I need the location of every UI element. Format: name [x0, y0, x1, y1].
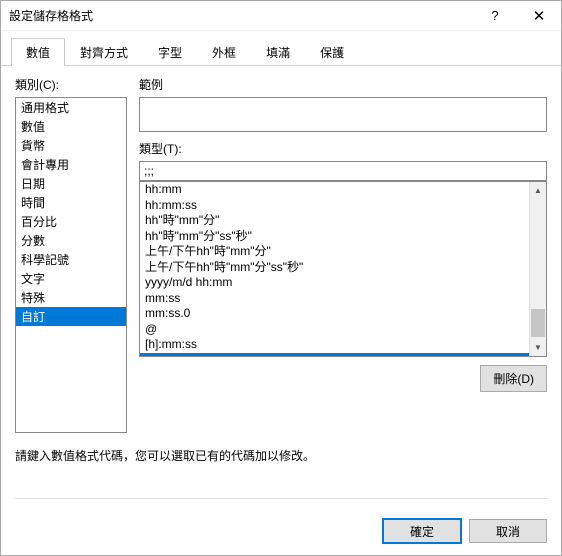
format-item[interactable]: hh"時"mm"分"ss"秒"	[140, 229, 529, 245]
category-label: 類別(C):	[15, 76, 127, 93]
format-item[interactable]: hh:mm	[140, 182, 529, 198]
category-item[interactable]: 會計專用	[16, 155, 126, 174]
tab-strip: 數值對齊方式字型外框填滿保護	[1, 31, 561, 66]
format-item[interactable]: hh"時"mm"分"	[140, 213, 529, 229]
category-item[interactable]: 自訂	[16, 307, 126, 326]
dialog-window: 設定儲存格格式 ? ✕ 數值對齊方式字型外框填滿保護 類別(C): 通用格式數值…	[0, 0, 562, 556]
category-item[interactable]: 數值	[16, 117, 126, 136]
ok-button[interactable]: 確定	[383, 519, 461, 543]
scroll-down-icon[interactable]: ▼	[530, 339, 546, 356]
format-item[interactable]: 上午/下午hh"時"mm"分"	[140, 244, 529, 260]
format-item[interactable]: yyyy/m/d hh:mm	[140, 275, 529, 291]
titlebar: 設定儲存格格式 ? ✕	[1, 1, 561, 31]
format-item[interactable]: ;;;	[140, 353, 529, 357]
preview-box	[139, 97, 547, 132]
cancel-button[interactable]: 取消	[469, 519, 547, 543]
scroll-track[interactable]	[530, 199, 546, 339]
preview-label: 範例	[139, 76, 547, 93]
footer: 確定 取消	[1, 509, 561, 555]
category-item[interactable]: 時間	[16, 193, 126, 212]
format-list-container: hh:mmhh:mm:sshh"時"mm"分"hh"時"mm"分"ss"秒"上午…	[139, 181, 547, 357]
hint-text: 請鍵入數值格式代碼，您可以選取已有的代碼加以修改。	[15, 447, 547, 464]
format-item[interactable]: mm:ss	[140, 291, 529, 307]
category-item[interactable]: 日期	[16, 174, 126, 193]
scroll-up-icon[interactable]: ▲	[530, 182, 546, 199]
tab-4[interactable]: 填滿	[251, 38, 305, 66]
format-item[interactable]: @	[140, 322, 529, 338]
category-item[interactable]: 文字	[16, 269, 126, 288]
format-item[interactable]: hh:mm:ss	[140, 198, 529, 214]
window-title: 設定儲存格格式	[9, 7, 473, 24]
category-item[interactable]: 分數	[16, 231, 126, 250]
type-input[interactable]	[139, 161, 547, 181]
category-item[interactable]: 貨幣	[16, 136, 126, 155]
close-button[interactable]: ✕	[517, 1, 561, 31]
content-area: 類別(C): 通用格式數值貨幣會計專用日期時間百分比分數科學記號文字特殊自訂 範…	[1, 66, 561, 509]
format-item[interactable]: mm:ss.0	[140, 306, 529, 322]
format-list[interactable]: hh:mmhh:mm:sshh"時"mm"分"hh"時"mm"分"ss"秒"上午…	[140, 182, 529, 356]
scrollbar[interactable]: ▲ ▼	[529, 182, 546, 356]
format-item[interactable]: [h]:mm:ss	[140, 337, 529, 353]
category-item[interactable]: 特殊	[16, 288, 126, 307]
type-label: 類型(T):	[139, 140, 547, 157]
category-item[interactable]: 百分比	[16, 212, 126, 231]
category-item[interactable]: 通用格式	[16, 98, 126, 117]
tab-2[interactable]: 字型	[143, 38, 197, 66]
tab-5[interactable]: 保護	[305, 38, 359, 66]
category-list[interactable]: 通用格式數值貨幣會計專用日期時間百分比分數科學記號文字特殊自訂	[15, 97, 127, 433]
delete-button[interactable]: 刪除(D)	[480, 365, 547, 392]
tab-0[interactable]: 數值	[11, 38, 65, 66]
tab-1[interactable]: 對齊方式	[65, 38, 143, 66]
help-button[interactable]: ?	[473, 1, 517, 31]
tab-3[interactable]: 外框	[197, 38, 251, 66]
scroll-thumb[interactable]	[531, 309, 545, 337]
format-item[interactable]: 上午/下午hh"時"mm"分"ss"秒"	[140, 260, 529, 276]
category-item[interactable]: 科學記號	[16, 250, 126, 269]
